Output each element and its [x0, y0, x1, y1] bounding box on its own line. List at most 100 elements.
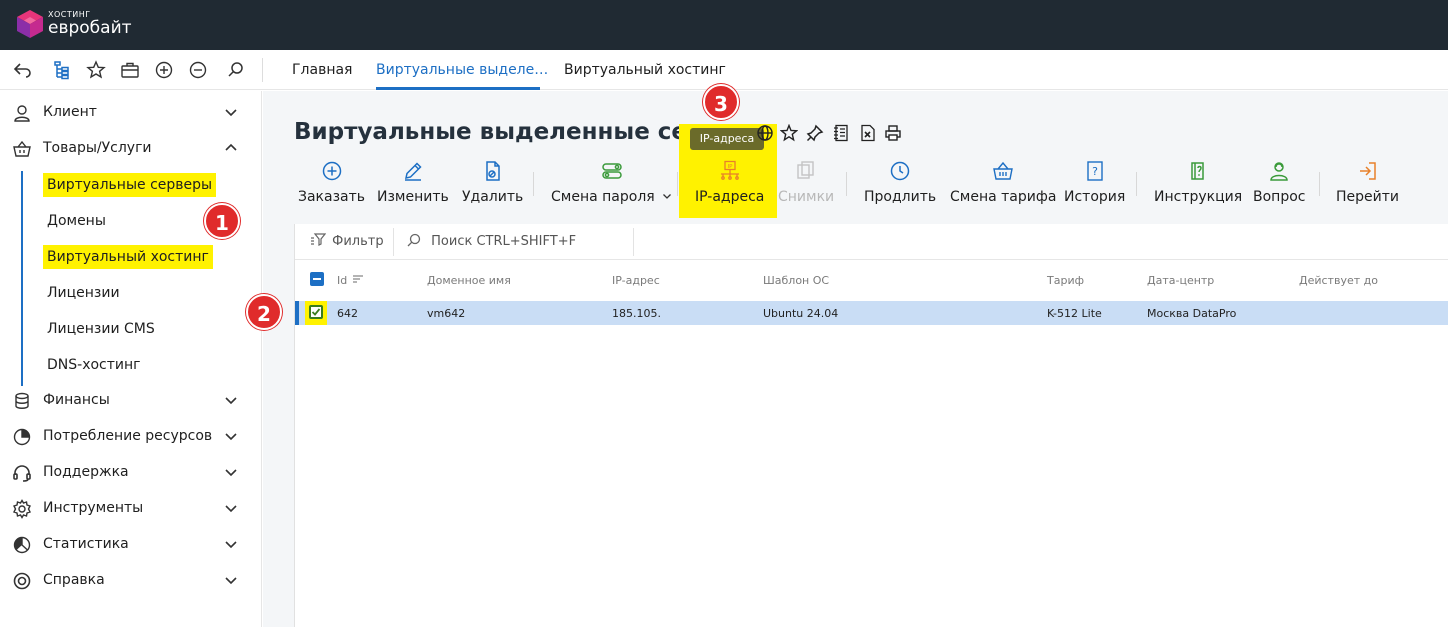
change-password-button[interactable]: Смена пароля	[551, 160, 672, 205]
pin-icon[interactable]	[806, 124, 824, 142]
action-divider	[846, 172, 847, 196]
column-header-id[interactable]: Id	[337, 274, 364, 287]
notes-icon[interactable]	[832, 124, 850, 142]
filter-divider	[393, 228, 394, 256]
goto-label: Перейти	[1336, 189, 1399, 205]
coins-icon	[15, 392, 29, 409]
basket-icon	[993, 161, 1014, 180]
active-tab-indicator	[376, 87, 540, 90]
star-icon[interactable]	[780, 124, 798, 142]
goto-button[interactable]: Перейти	[1336, 160, 1399, 205]
question-button[interactable]: Вопрос	[1253, 160, 1305, 205]
sidebar-subitem-virtual-servers[interactable]: Виртуальные серверы	[43, 173, 217, 197]
table-row[interactable]: 642 vm642 185.105. Ubuntu 24.04 K-512 Li…	[295, 301, 1448, 325]
column-header-datacenter[interactable]: Дата-центр	[1147, 274, 1214, 287]
excel-icon[interactable]	[858, 124, 876, 142]
sidebar-item-label: Поддержка	[43, 464, 129, 480]
briefcase-icon[interactable]	[120, 60, 140, 80]
filter-button[interactable]: Фильтр	[310, 233, 384, 249]
snapshots-button[interactable]: Снимки	[778, 160, 834, 205]
order-button[interactable]: Заказать	[298, 160, 365, 205]
select-all-checkbox[interactable]	[310, 272, 324, 286]
cell-id: 642	[337, 307, 358, 320]
sidebar-subitem-virtual-hosting[interactable]: Виртуальный хостинг	[43, 245, 213, 269]
history-button[interactable]: ? История	[1064, 160, 1125, 205]
chevron-down-icon	[225, 541, 237, 549]
sidebar-item-statistics[interactable]: Статистика	[0, 527, 262, 563]
column-header-os[interactable]: Шаблон ОС	[763, 274, 829, 287]
sidebar-item-label: Товары/Услуги	[43, 140, 152, 156]
change-tariff-button[interactable]: Смена тарифа	[950, 160, 1056, 205]
ip-tooltip: IP-адреса	[690, 128, 764, 150]
renew-button[interactable]: Продлить	[864, 160, 936, 205]
sidebar-subitem-domains[interactable]: Домены	[47, 213, 106, 229]
search-icon[interactable]	[226, 60, 246, 80]
filter-icon	[311, 233, 327, 246]
cell-ip: 185.105.	[612, 307, 661, 320]
column-header-domain[interactable]: Доменное имя	[427, 274, 511, 287]
checkmark-icon	[311, 308, 321, 316]
sidebar-item-client[interactable]: Клиент	[0, 95, 262, 131]
headset-icon	[13, 465, 31, 482]
column-header-valid-until[interactable]: Действует до	[1299, 274, 1378, 287]
manual-button[interactable]: Инструкция	[1154, 160, 1242, 205]
chevron-down-icon	[225, 433, 237, 441]
zoom-out-icon[interactable]	[188, 60, 208, 80]
sidebar-item-resource-usage[interactable]: Потребление ресурсов	[0, 419, 262, 455]
back-arrow-icon[interactable]	[12, 60, 32, 80]
globe-icon[interactable]	[756, 124, 774, 142]
renew-label: Продлить	[864, 189, 937, 205]
sidebar-subitem-licenses[interactable]: Лицензии	[47, 285, 120, 301]
tab-home[interactable]: Главная	[292, 62, 352, 78]
column-header-label: Id	[337, 274, 348, 287]
sidebar-item-label: Инструменты	[43, 500, 144, 516]
logo[interactable]: ХОСТИНГ евробайт	[16, 9, 132, 39]
column-header-ip[interactable]: IP-адрес	[612, 274, 660, 287]
sidebar-item-help[interactable]: Справка	[0, 563, 262, 599]
tree-icon[interactable]	[52, 60, 72, 80]
lifebuoy-icon	[13, 572, 31, 590]
change-password-label: Смена пароля	[551, 189, 655, 205]
sort-icon	[352, 275, 363, 283]
chevron-down-icon	[225, 577, 237, 585]
ip-addresses-button[interactable]: IP IP-адреса	[695, 160, 764, 205]
tab-virtual-servers[interactable]: Виртуальные выделе…	[376, 62, 548, 78]
filter-bar: Фильтр Поиск CTRL+SHIFT+F	[295, 224, 1448, 260]
clock-icon	[890, 161, 910, 181]
change-tariff-label: Смена тарифа	[950, 189, 1057, 205]
row-selection-marker	[295, 301, 299, 325]
sidebar-item-tools[interactable]: Инструменты	[0, 491, 262, 527]
delete-button[interactable]: Удалить	[462, 160, 523, 205]
ip-icon: IP	[720, 160, 739, 180]
manual-icon	[1191, 162, 1204, 180]
search-divider	[633, 228, 634, 256]
sidebar-subitem-cms-licenses[interactable]: Лицензии CMS	[47, 321, 155, 337]
tab-virtual-hosting[interactable]: Виртуальный хостинг	[564, 62, 726, 78]
row-checkbox[interactable]	[309, 305, 323, 319]
cell-os: Ubuntu 24.04	[763, 307, 839, 320]
cell-tariff: K-512 Lite	[1047, 307, 1102, 320]
column-header-tariff[interactable]: Тариф	[1047, 274, 1084, 287]
annotation-badge-2: 2	[246, 294, 282, 330]
sidebar-subitem-dns-hosting[interactable]: DNS-хостинг	[47, 357, 141, 373]
zoom-in-icon[interactable]	[154, 60, 174, 80]
gear-icon	[13, 499, 31, 519]
delete-button-label: Удалить	[462, 189, 524, 205]
print-icon[interactable]	[884, 124, 902, 142]
sidebar-item-support[interactable]: Поддержка	[0, 455, 262, 491]
sidebar-item-goods-services[interactable]: Товары/Услуги	[0, 131, 262, 167]
sidebar-item-label: Справка	[43, 572, 105, 588]
star-icon[interactable]	[86, 60, 106, 80]
chevron-down-icon	[663, 194, 672, 199]
basket-icon	[13, 140, 31, 157]
search-field[interactable]: Поиск CTRL+SHIFT+F	[407, 233, 576, 249]
cell-domain: vm642	[427, 307, 466, 320]
logo-brand-text: евробайт	[48, 18, 132, 38]
edit-button[interactable]: Изменить	[377, 160, 449, 205]
sidebar-item-finance[interactable]: Финансы	[0, 383, 262, 419]
pencil-icon	[404, 162, 422, 181]
pie-icon	[13, 428, 31, 446]
chevron-down-icon	[225, 469, 237, 477]
chart-icon	[13, 536, 31, 554]
logo-cube-icon	[17, 10, 43, 38]
